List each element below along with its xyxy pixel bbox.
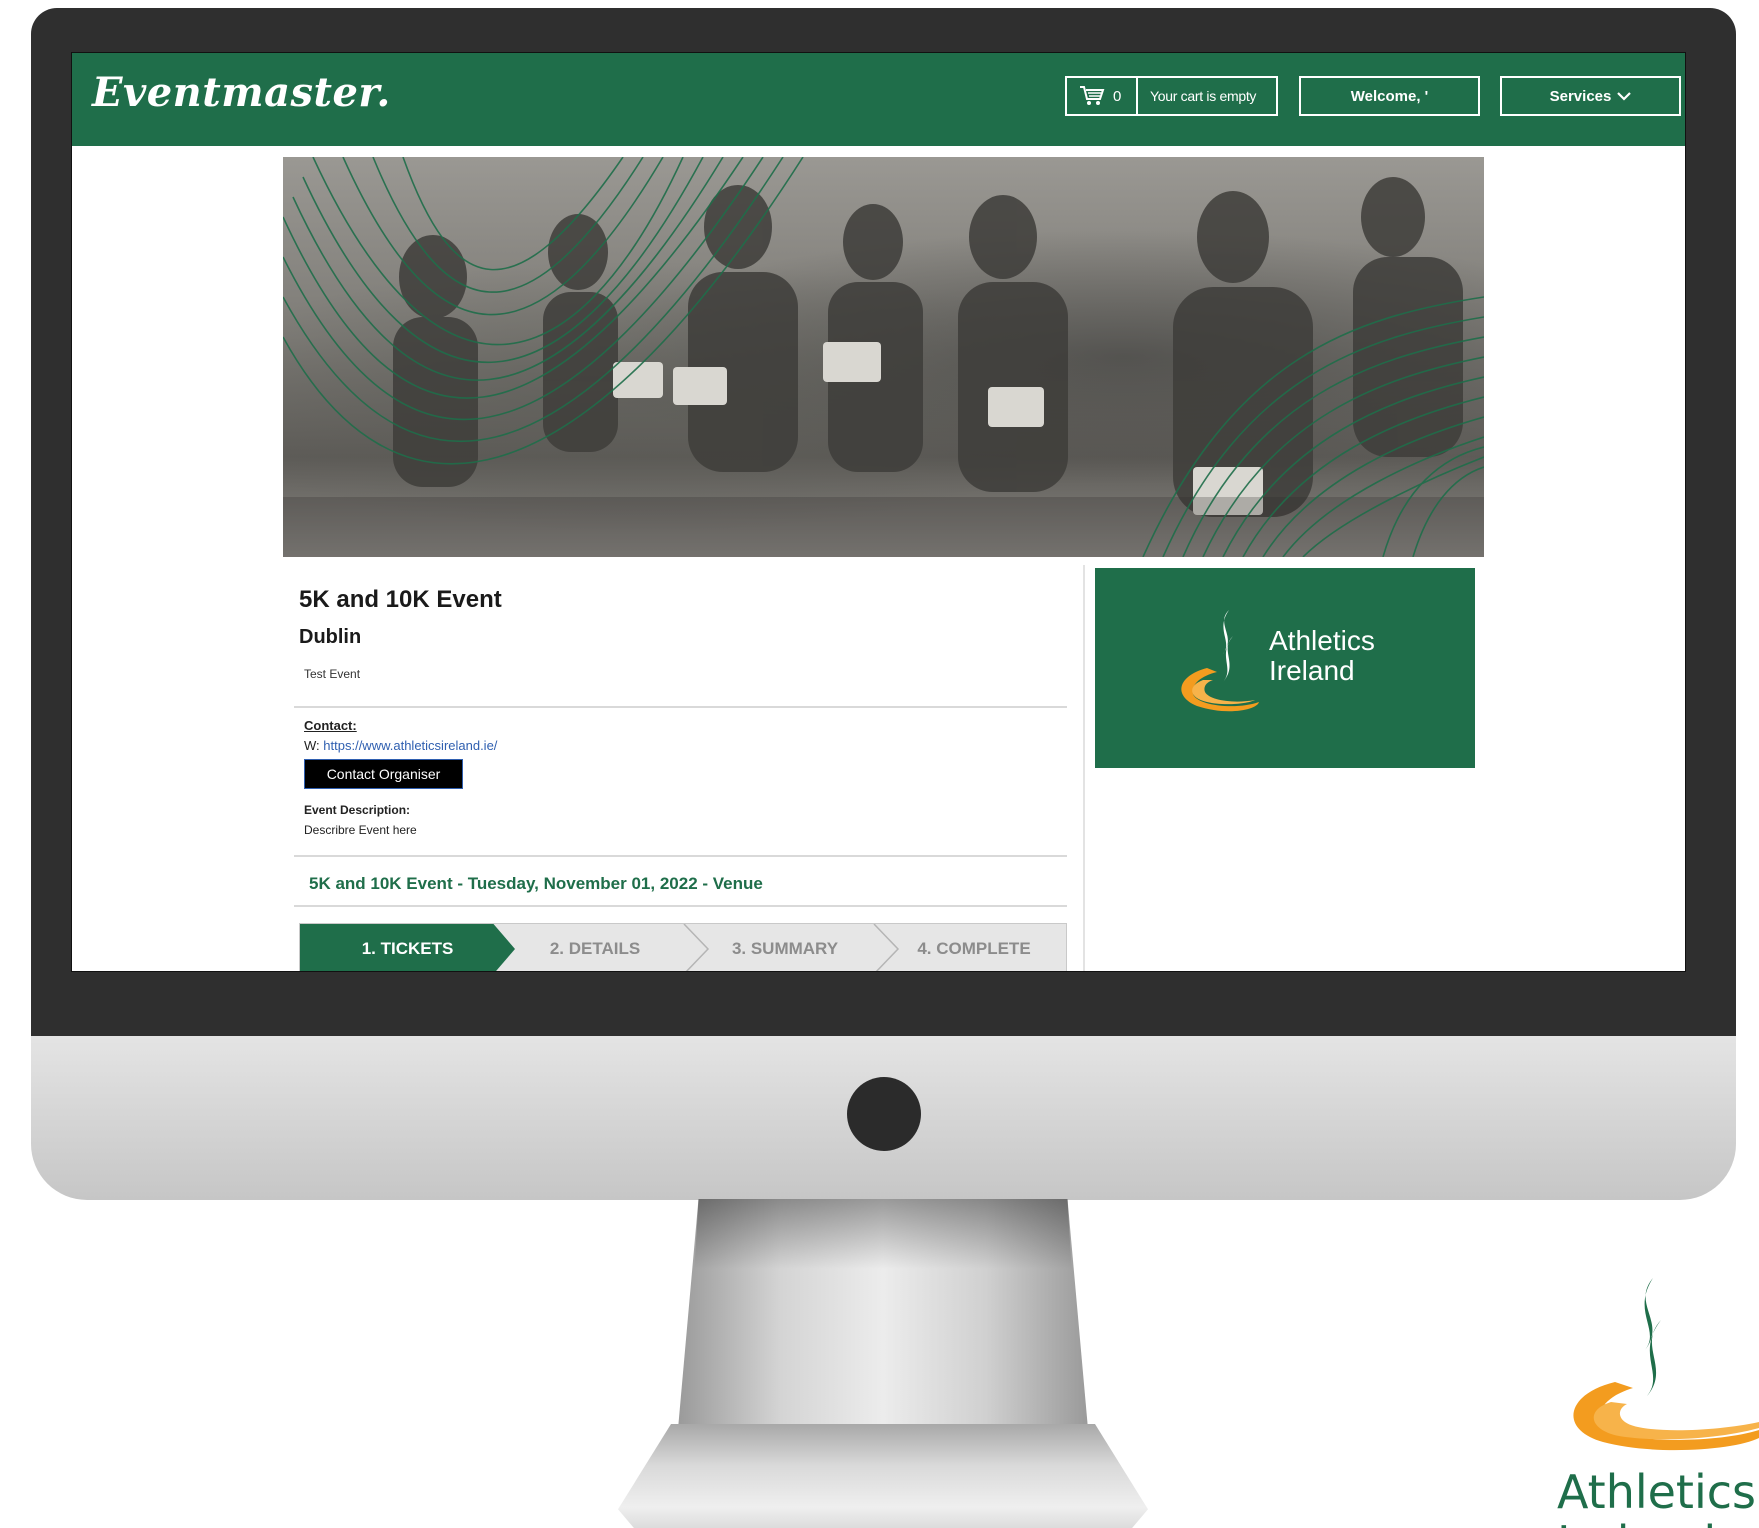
screen: Eventmaster. 0 Your cart is empty Welcom… <box>71 52 1686 972</box>
welcome-button[interactable]: Welcome, ' <box>1299 76 1480 116</box>
services-dropdown[interactable]: Services <box>1500 76 1681 116</box>
cart-status-text: Your cart is empty <box>1150 88 1257 104</box>
cart-count: 0 <box>1113 87 1122 105</box>
event-subtitle: Test Event <box>304 667 361 681</box>
contact-organiser-button[interactable]: Contact Organiser <box>304 759 463 789</box>
athletics-ireland-logo-icon <box>1573 1278 1759 1451</box>
corner-athletics-ireland-logo: Athletics Ireland <box>1545 1270 1759 1528</box>
organiser-logo-line1: Athletics <box>1269 625 1375 656</box>
top-navbar: Eventmaster. 0 Your cart is empty Welcom… <box>72 53 1685 146</box>
organiser-logo-line2: Ireland <box>1269 655 1355 686</box>
corner-logo-line2: Ireland <box>1557 1516 1716 1528</box>
chevron-down-icon <box>1617 92 1632 101</box>
divider <box>294 706 1067 708</box>
cart-button[interactable]: 0 Your cart is empty <box>1065 76 1278 116</box>
services-label: Services <box>1549 87 1612 105</box>
organiser-logo-text: Athletics Ireland <box>1269 626 1375 686</box>
checkout-steps: 1. TICKETS 2. DETAILS 3. SUMMARY 4. COMP… <box>299 923 1068 971</box>
website-link[interactable]: https://www.athleticsireland.ie/ <box>323 738 497 753</box>
event-banner-image <box>283 157 1484 557</box>
event-city: Dublin <box>299 626 362 648</box>
cart-icon <box>1080 86 1105 105</box>
event-description-text: Describre Event here <box>304 823 417 837</box>
step-complete[interactable]: 4. COMPLETE <box>880 924 1068 971</box>
event-session-link[interactable]: 5K and 10K Event - Tuesday, November 01,… <box>309 874 763 894</box>
website-prefix: W: <box>304 738 320 753</box>
step-tickets[interactable]: 1. TICKETS <box>300 924 515 971</box>
cart-count-area: 0 <box>1067 78 1138 114</box>
monitor-logo-dot <box>847 1077 921 1151</box>
contact-website: W: https://www.athleticsireland.ie/ <box>304 738 497 753</box>
brand-logo[interactable]: Eventmaster. <box>92 69 391 116</box>
step-details[interactable]: 2. DETAILS <box>500 924 690 971</box>
corner-logo-line1: Athletics <box>1557 1465 1757 1519</box>
runners-photo <box>283 157 1484 557</box>
step-separator-icon <box>683 924 710 971</box>
step-separator-icon <box>873 924 900 971</box>
welcome-label: Welcome, ' <box>1350 87 1429 105</box>
athletics-ireland-logo-icon <box>1181 610 1259 712</box>
step-summary[interactable]: 3. SUMMARY <box>690 924 880 971</box>
monitor-stand-base <box>618 1424 1148 1528</box>
sidebar-divider <box>1083 565 1085 971</box>
monitor-stand-shadow <box>694 1199 1072 1269</box>
divider <box>294 855 1067 857</box>
event-title: 5K and 10K Event <box>299 586 502 613</box>
divider <box>294 905 1067 907</box>
organiser-logo: Athletics Ireland <box>1095 568 1475 768</box>
contact-label: Contact: <box>304 718 357 733</box>
event-description-label: Event Description: <box>304 803 411 817</box>
